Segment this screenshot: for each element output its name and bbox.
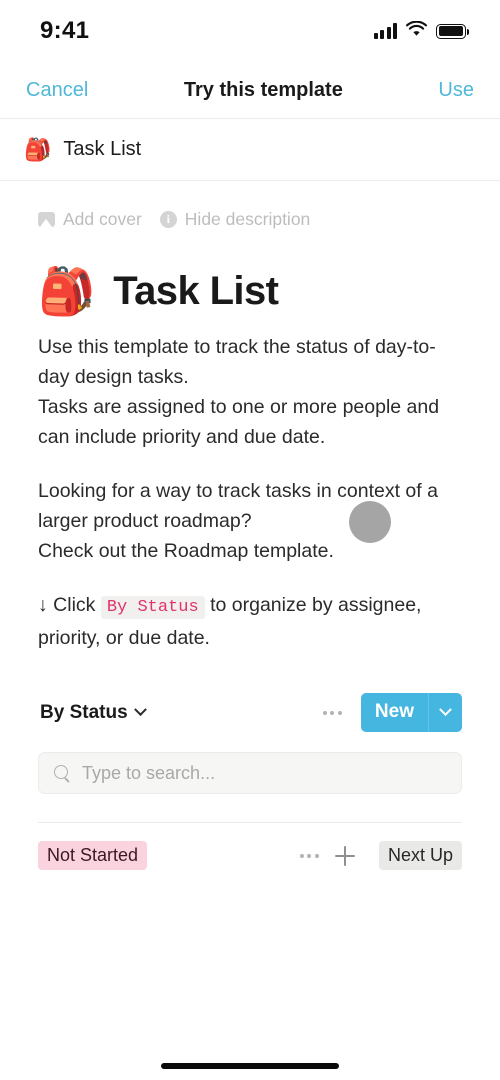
- search-bar[interactable]: [38, 752, 462, 794]
- home-indicator: [161, 1063, 339, 1069]
- info-icon: i: [159, 211, 177, 228]
- page-heading-text: Task List: [113, 268, 279, 313]
- chevron-down-icon: [439, 703, 452, 717]
- page-heading[interactable]: 🎒 Task List: [38, 268, 462, 314]
- status-bar: 9:41: [0, 0, 500, 62]
- add-cover-button[interactable]: Add cover: [38, 207, 142, 232]
- cellular-signal-icon: [373, 23, 397, 39]
- description-line: Use this template to track the status of…: [38, 336, 436, 388]
- new-button-dropdown[interactable]: [428, 693, 462, 732]
- new-button[interactable]: New: [360, 693, 428, 732]
- page-content: Add cover i Hide description 🎒 Task List…: [0, 181, 500, 870]
- toolbar-actions: New: [321, 693, 462, 732]
- search-icon: [54, 764, 71, 782]
- use-button[interactable]: Use: [436, 75, 476, 106]
- view-selector-label: By Status: [40, 701, 128, 723]
- view-overflow-button[interactable]: [321, 705, 344, 721]
- chevron-down-icon: [133, 703, 147, 717]
- page-title: Try this template: [183, 78, 343, 101]
- group-overflow-button[interactable]: [298, 848, 321, 864]
- database-toolbar: By Status New: [38, 693, 462, 738]
- description-paragraph: Looking for a way to track tasks in cont…: [38, 476, 462, 566]
- description-line: Tasks are assigned to one or more people…: [38, 396, 440, 448]
- wifi-icon: [405, 20, 428, 42]
- breadcrumb[interactable]: 🎒 Task List: [0, 119, 500, 181]
- battery-full-icon: [436, 23, 469, 39]
- callout-paragraph: ↓ Click By Status to organize by assigne…: [38, 590, 462, 653]
- navigation-bar: Cancel Try this template Use: [0, 62, 500, 119]
- group-add-button[interactable]: [334, 845, 355, 866]
- cancel-button[interactable]: Cancel: [24, 75, 90, 106]
- add-cover-label: Add cover: [63, 209, 142, 229]
- board-group-actions: [298, 845, 355, 866]
- status-icons: [373, 20, 469, 42]
- phone-screen: 9:41 Cancel Try this template Use 🎒 Task…: [0, 0, 500, 1080]
- new-button-group: New: [360, 693, 462, 732]
- view-selector-by-status[interactable]: By Status: [38, 700, 147, 726]
- callout-prefix: ↓ Click: [38, 594, 101, 616]
- breadcrumb-label: Task List: [63, 138, 142, 160]
- page-meta-actions: Add cover i Hide description: [38, 181, 462, 242]
- status-badge-next-up[interactable]: Next Up: [378, 841, 462, 870]
- by-status-code-chip[interactable]: By Status: [100, 596, 205, 619]
- status-time: 9:41: [40, 17, 90, 44]
- board-group-header: Not Started Next Up: [38, 823, 462, 870]
- status-badge-not-started[interactable]: Not Started: [38, 841, 148, 870]
- search-input[interactable]: [82, 762, 446, 784]
- image-icon: [38, 212, 55, 227]
- hide-description-button[interactable]: i Hide description: [159, 207, 311, 232]
- description-line: Check out the Roadmap template.: [38, 540, 334, 562]
- backpack-icon: 🎒: [38, 265, 96, 317]
- description-paragraph: Use this template to track the status of…: [38, 332, 462, 452]
- backpack-icon: 🎒: [24, 136, 52, 162]
- hide-description-label: Hide description: [184, 209, 311, 229]
- description-line: Looking for a way to track tasks in cont…: [38, 480, 438, 532]
